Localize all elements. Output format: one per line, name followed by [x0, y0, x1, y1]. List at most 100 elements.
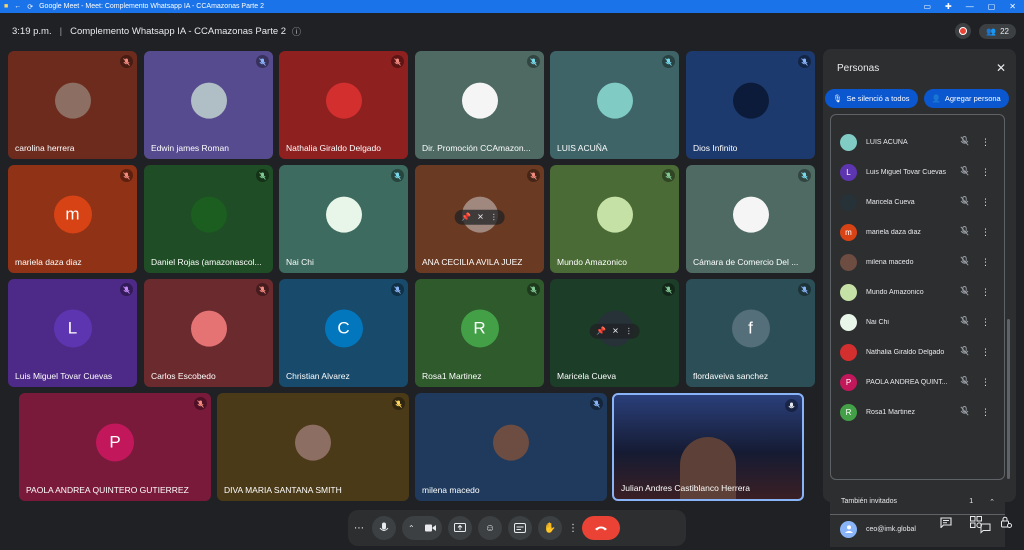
participant-tile[interactable]: Cámara de Comercio Del ...: [686, 165, 815, 273]
tile-hover-controls[interactable]: 📌 ✕ ⋮: [454, 209, 505, 225]
mic-off-icon[interactable]: [960, 133, 969, 151]
person-avatar: L: [840, 163, 857, 181]
participant-tile[interactable]: 📌 ✕ ⋮ Maricela Cueva: [550, 279, 679, 387]
participant-tile[interactable]: L Luis Miguel Tovar Cuevas: [8, 279, 137, 387]
participant-name: Nai Chi: [286, 257, 314, 267]
people-list-scrollbar[interactable]: [1007, 319, 1010, 479]
participant-tile[interactable]: f flordaveiva sanchez: [686, 279, 815, 387]
more-options-icon[interactable]: ⋮: [981, 227, 990, 238]
participant-avatar: [295, 424, 331, 461]
pin-icon[interactable]: 📌: [461, 213, 471, 222]
more-options-icon[interactable]: ⋮: [981, 257, 990, 268]
mic-off-icon[interactable]: [960, 223, 969, 241]
participant-avatar: m: [53, 195, 92, 234]
mic-off-icon[interactable]: [960, 343, 969, 361]
more-icon[interactable]: ⋮: [490, 213, 498, 222]
leave-call-button[interactable]: [582, 516, 620, 540]
minimize-icon[interactable]: —: [966, 2, 974, 11]
person-row[interactable]: R Rosa1 Martinez ⋮: [831, 397, 1004, 427]
person-row[interactable]: L Luis Miguel Tovar Cuevas ⋮: [831, 157, 1004, 187]
mic-off-icon: ✕: [612, 326, 619, 336]
participant-tile[interactable]: Julian Andres Castiblanco Herrera: [612, 393, 804, 501]
participant-tile[interactable]: Dios Infinito: [686, 51, 815, 159]
mic-off-icon[interactable]: [960, 163, 969, 181]
mic-off-icon: [798, 283, 811, 296]
mic-off-icon[interactable]: [960, 403, 969, 421]
emoji-button[interactable]: ☺: [478, 516, 502, 540]
extensions-icon[interactable]: ✚: [945, 2, 952, 11]
participant-tile[interactable]: P PAOLA ANDREA QUINTERO GUTIERREZ: [19, 393, 211, 501]
participant-tile[interactable]: R Rosa1 Martinez: [415, 279, 544, 387]
raise-hand-button[interactable]: ✋: [538, 516, 562, 540]
hand-icon: ✋: [543, 522, 557, 534]
more-icon[interactable]: ⋮: [625, 327, 633, 336]
more-options-icon[interactable]: ⋮: [981, 137, 990, 148]
participant-tile[interactable]: milena macedo: [415, 393, 607, 501]
chat-icon[interactable]: [940, 515, 952, 533]
mic-off-icon[interactable]: [960, 193, 969, 211]
participant-tile[interactable]: Edwin james Roman: [144, 51, 273, 159]
person-row[interactable]: P PAOLA ANDREA QUINT... ⋮: [831, 367, 1004, 397]
participant-tile[interactable]: Daniel Rojas (amazonascol...: [144, 165, 273, 273]
person-row[interactable]: Nai Chi ⋮: [831, 307, 1004, 337]
person-row[interactable]: milena macedo ⋮: [831, 247, 1004, 277]
participant-tile[interactable]: Nathalia Giraldo Delgado: [279, 51, 408, 159]
recording-indicator[interactable]: [955, 23, 972, 39]
mic-off-icon[interactable]: [960, 373, 969, 391]
more-options-icon[interactable]: ⋮: [568, 523, 578, 534]
camera-icon: [425, 524, 436, 532]
more-options-icon[interactable]: ⋮: [981, 347, 990, 358]
participant-tile[interactable]: m mariela daza diaz: [8, 165, 137, 273]
more-options-left-icon[interactable]: ⋯: [354, 523, 366, 534]
participant-tile[interactable]: 📌 ✕ ⋮ ANA CECILIA AVILA JUEZ: [415, 165, 544, 273]
reload-icon[interactable]: ⟳: [27, 3, 33, 11]
participant-name: ANA CECILIA AVILA JUEZ: [422, 257, 523, 267]
more-options-icon[interactable]: ⋮: [981, 167, 990, 178]
present-button[interactable]: [448, 516, 472, 540]
mic-off-icon[interactable]: [960, 283, 969, 301]
info-icon[interactable]: ⓘ: [292, 25, 301, 38]
tile-hover-controls[interactable]: 📌 ✕ ⋮: [589, 323, 640, 339]
participant-tile[interactable]: Carlos Escobedo: [144, 279, 273, 387]
guests-header[interactable]: También invitados 1 ⌃: [830, 489, 1005, 515]
add-person-button[interactable]: 👤 Agregar persona: [923, 89, 1009, 108]
participant-tile[interactable]: carolina herrera: [8, 51, 137, 159]
captions-button[interactable]: [508, 516, 532, 540]
close-panel-icon[interactable]: ✕: [996, 61, 1006, 75]
activities-icon[interactable]: [970, 515, 982, 533]
person-row[interactable]: m mariela daza diaz ⋮: [831, 217, 1004, 247]
close-window-icon[interactable]: ✕: [1009, 2, 1016, 11]
chevron-up-small-icon[interactable]: ⌃: [408, 524, 415, 533]
participant-tile[interactable]: Mundo Amazonico: [550, 165, 679, 273]
people-list[interactable]: LUIS ACUÑA ⋮ L Luis Miguel Tovar Cuevas ⋮ Mar…: [830, 114, 1005, 480]
mic-button[interactable]: [372, 516, 396, 540]
mic-off-icon: [120, 169, 133, 182]
participant-tile[interactable]: LUIS ACUÑA: [550, 51, 679, 159]
cast-icon[interactable]: ▭: [923, 2, 931, 11]
person-row[interactable]: Maricela Cueva ⋮: [831, 187, 1004, 217]
person-name: LUIS ACUÑA: [866, 138, 908, 146]
muted-all-chip[interactable]: 🎙 Se silenció a todos: [825, 89, 918, 108]
camera-button[interactable]: ⌃: [402, 516, 442, 540]
more-options-icon[interactable]: ⋮: [981, 377, 990, 388]
more-options-icon[interactable]: ⋮: [981, 197, 990, 208]
more-options-icon[interactable]: ⋮: [981, 317, 990, 328]
participant-tile[interactable]: C Christian Alvarez: [279, 279, 408, 387]
participant-tile[interactable]: Nai Chi: [279, 165, 408, 273]
participants-button[interactable]: 👥 22: [979, 23, 1016, 39]
host-controls-icon[interactable]: [1000, 515, 1012, 533]
mic-off-icon[interactable]: [960, 313, 969, 331]
pin-icon[interactable]: 📌: [596, 327, 606, 336]
mic-off-icon[interactable]: [960, 253, 969, 271]
maximize-icon[interactable]: ▢: [988, 2, 996, 11]
back-icon[interactable]: ←: [14, 3, 21, 10]
more-options-icon[interactable]: ⋮: [981, 407, 990, 418]
mic-off-icon: [527, 55, 540, 68]
chevron-up-icon[interactable]: ⌃: [989, 498, 995, 506]
person-row[interactable]: Mundo Amazonico ⋮: [831, 277, 1004, 307]
person-row[interactable]: Nathalia Giraldo Delgado ⋮: [831, 337, 1004, 367]
participant-tile[interactable]: DIVA MARIA SANTANA SMITH: [217, 393, 409, 501]
participant-tile[interactable]: Dir. Promoción CCAmazon...: [415, 51, 544, 159]
more-options-icon[interactable]: ⋮: [981, 287, 990, 298]
person-row[interactable]: LUIS ACUÑA ⋮: [831, 127, 1004, 157]
